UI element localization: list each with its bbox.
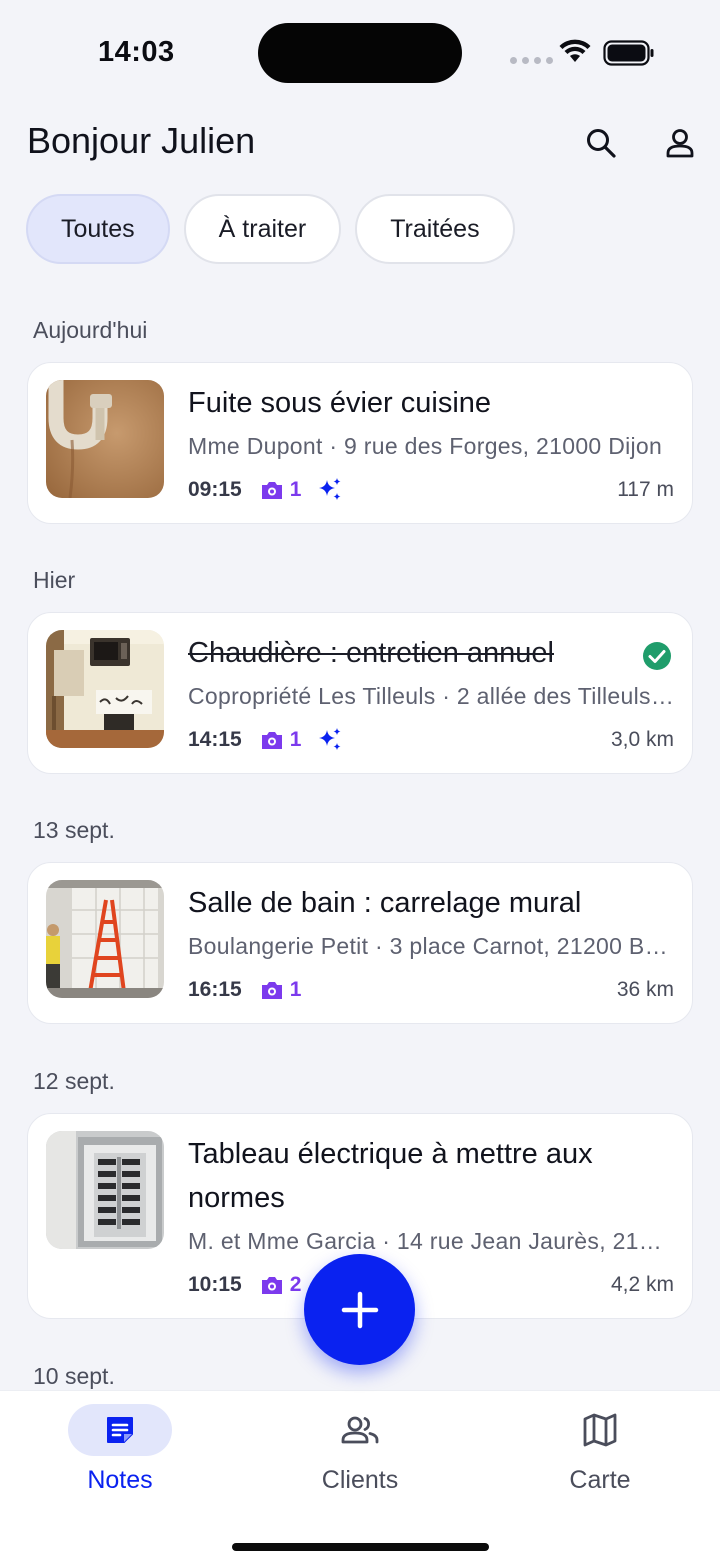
nav-item-clients[interactable]: Clients — [240, 1391, 480, 1501]
battery-icon — [603, 40, 654, 66]
clients-icon — [341, 1416, 379, 1444]
note-thumbnail — [46, 880, 164, 998]
bottom-navigation: Notes Clients Carte — [0, 1390, 720, 1564]
nav-pill — [68, 1404, 172, 1456]
notes-list[interactable]: Aujourd'hui Fuite sous évier cuisine Mme… — [0, 300, 720, 1390]
status-time: 14:03 — [98, 36, 175, 68]
section-heading: Hier — [33, 567, 76, 593]
nav-label: Notes — [87, 1466, 153, 1494]
ai-sparkle-icon — [317, 727, 343, 753]
photo-count: 1 — [260, 728, 302, 752]
note-card[interactable]: Salle de bain : carrelage mural Boulange… — [27, 862, 693, 1024]
note-distance: 4,2 km — [610, 1273, 674, 1296]
page-title: Bonjour Julien — [27, 120, 256, 161]
note-subtitle: M. et Mme Garcia · 14 rue Jean Jaurès, 2… — [188, 1228, 674, 1254]
wifi-icon — [559, 39, 591, 62]
map-icon — [583, 1413, 617, 1447]
note-time: 16:15 — [188, 978, 242, 1001]
note-title: Tableau électrique à mettre aux normes — [188, 1138, 593, 1214]
note-thumbnail — [46, 380, 164, 498]
photo-count-value: 2 — [289, 1273, 302, 1296]
nav-item-notes[interactable]: Notes — [0, 1391, 240, 1501]
note-title: Chaudière : entretien annuel — [188, 637, 554, 669]
photo-count: 1 — [260, 978, 302, 1002]
note-meta: 14:15 1 3,0 km — [188, 725, 674, 755]
camera-icon — [261, 732, 282, 749]
filter-chips: Toutes À traiter Traitées — [26, 194, 515, 264]
photo-count-value: 1 — [289, 728, 302, 751]
section-heading: 12 sept. — [33, 1068, 115, 1094]
camera-icon — [261, 482, 282, 499]
note-time: 10:15 — [188, 1273, 242, 1296]
photo-count: 1 — [260, 478, 302, 502]
note-thumbnail — [46, 630, 164, 748]
profile-button[interactable] — [659, 122, 701, 164]
cellular-signal-icon — [510, 57, 553, 64]
filter-chip-toutes[interactable]: Toutes — [26, 194, 170, 264]
search-icon — [587, 129, 616, 158]
camera-icon — [261, 1277, 282, 1294]
note-card[interactable]: Chaudière : entretien annuel Copropriété… — [27, 612, 693, 774]
user-icon — [666, 129, 694, 158]
ai-sparkle-icon — [317, 477, 343, 503]
note-subtitle: Boulangerie Petit · 3 place Carnot, 2120… — [188, 933, 674, 959]
filter-chip-traitees[interactable]: Traitées — [355, 194, 515, 264]
add-note-button[interactable] — [304, 1254, 415, 1365]
plus-icon — [341, 1291, 378, 1328]
nav-pill — [308, 1404, 412, 1456]
note-distance: 117 m — [617, 478, 674, 501]
status-bar: 14:03 — [0, 0, 720, 100]
nav-label: Carte — [569, 1466, 631, 1494]
search-button[interactable] — [580, 122, 622, 164]
home-indicator[interactable] — [232, 1543, 489, 1551]
note-meta: 09:15 1 117 m — [188, 475, 674, 505]
note-time: 09:15 — [188, 478, 242, 501]
camera-icon — [261, 982, 282, 999]
notes-icon — [107, 1417, 133, 1443]
photo-count-value: 1 — [289, 478, 302, 501]
note-time: 14:15 — [188, 728, 242, 751]
note-meta: 10:15 2 4,2 km — [188, 1270, 674, 1300]
section-heading: Aujourd'hui — [33, 317, 148, 343]
note-subtitle: Copropriété Les Tilleuls · 2 allée des T… — [188, 683, 674, 709]
note-subtitle: Mme Dupont · 9 rue des Forges, 21000 Dij… — [188, 433, 663, 459]
note-card[interactable]: Fuite sous évier cuisine Mme Dupont · 9 … — [27, 362, 693, 524]
note-title: Salle de bain : carrelage mural — [188, 887, 582, 919]
dynamic-island — [258, 23, 462, 83]
filter-chip-a-traiter[interactable]: À traiter — [183, 194, 342, 264]
note-distance: 3,0 km — [610, 728, 674, 751]
photo-count: 2 — [260, 1273, 302, 1297]
nav-item-carte[interactable]: Carte — [480, 1391, 720, 1501]
note-title: Fuite sous évier cuisine — [188, 387, 492, 419]
section-heading: 13 sept. — [33, 817, 115, 843]
nav-label: Clients — [321, 1466, 399, 1494]
nav-pill — [548, 1404, 652, 1456]
note-thumbnail — [46, 1131, 164, 1249]
photo-count-value: 1 — [289, 978, 302, 1001]
done-check-icon — [643, 642, 671, 670]
note-meta: 16:15 1 36 km — [188, 975, 674, 1005]
section-heading: 10 sept. — [33, 1363, 115, 1389]
note-distance: 36 km — [616, 978, 674, 1001]
